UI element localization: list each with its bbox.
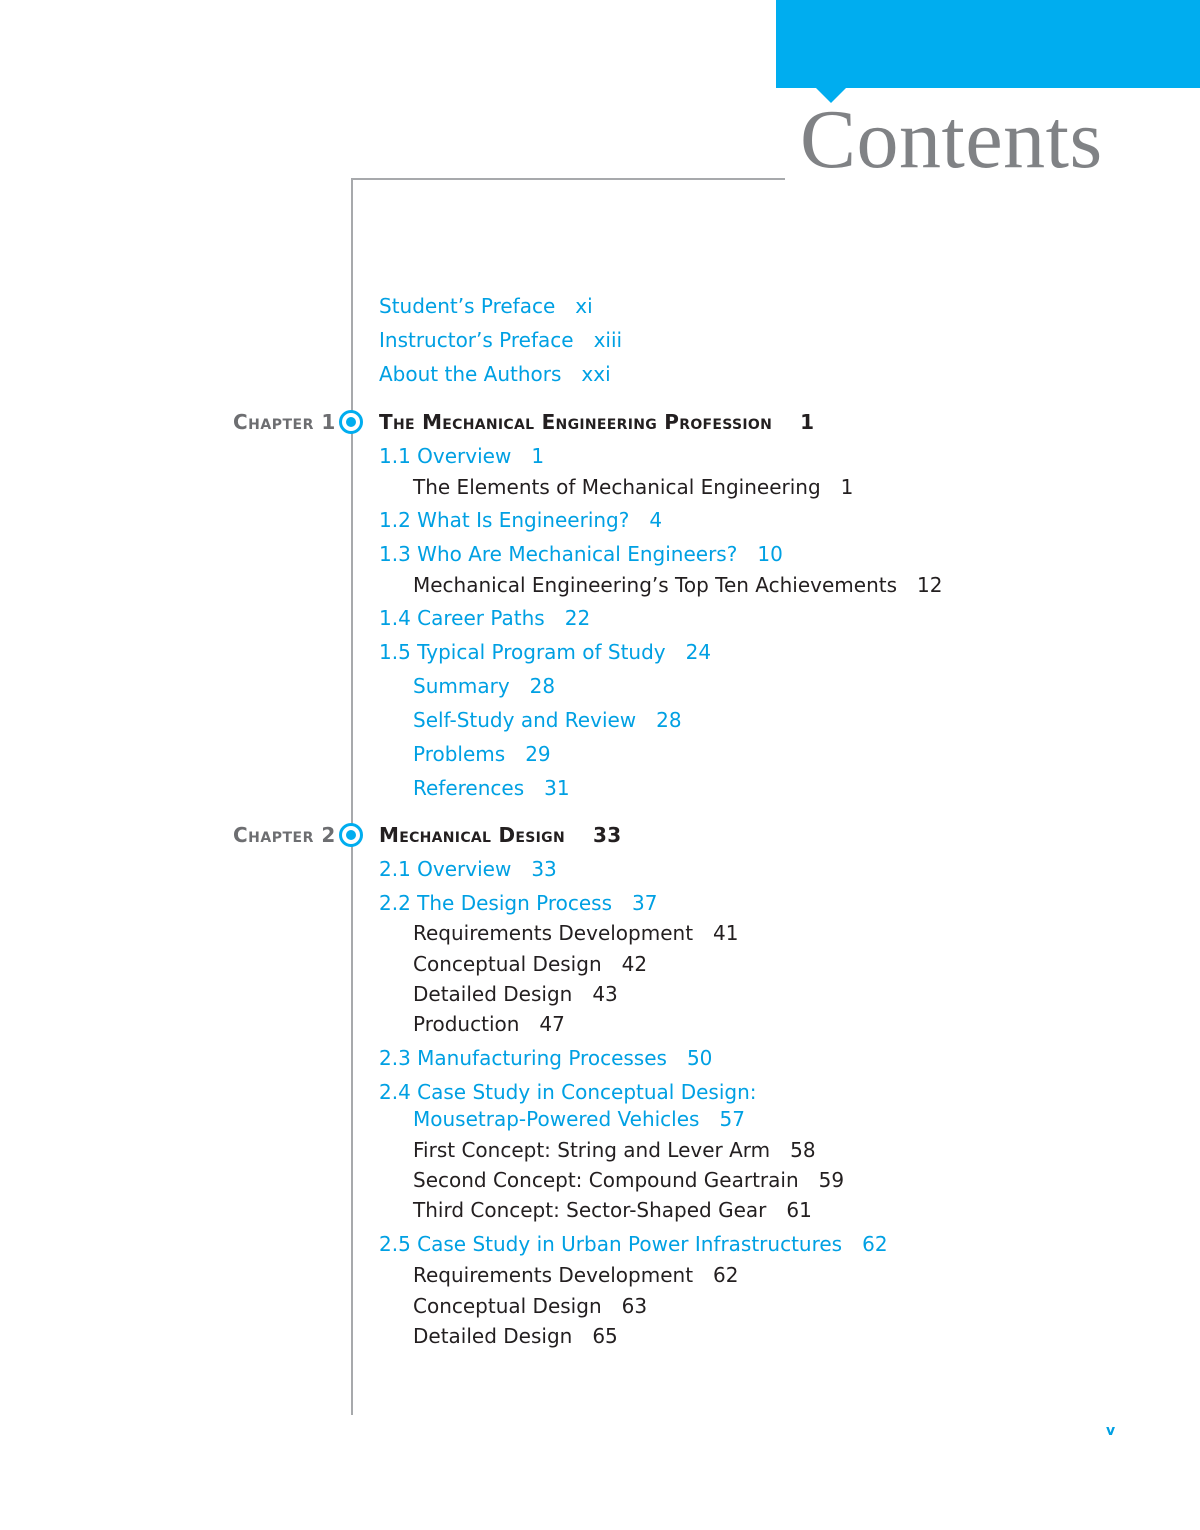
toc-subentry[interactable]: Conceptual Design 63 — [413, 1294, 647, 1318]
chapter-1-title[interactable]: The Mechanical Engineering Profession 1 — [379, 410, 814, 434]
toc-entry[interactable]: 1.4 Career Paths 22 — [379, 606, 590, 630]
toc-entry[interactable]: 2.5 Case Study in Urban Power Infrastruc… — [379, 1232, 888, 1256]
toc-subentry[interactable]: The Elements of Mechanical Engineering 1 — [413, 475, 853, 499]
page-number: v — [1106, 1423, 1116, 1439]
toc-entry-students-preface[interactable]: Student’s Preface xi — [379, 294, 593, 318]
toc-subentry[interactable]: Requirements Development 62 — [413, 1263, 739, 1287]
toc-entry-about-authors[interactable]: About the Authors xxi — [379, 362, 611, 386]
toc-entry[interactable]: 1.3 Who Are Mechanical Engineers? 10 — [379, 542, 783, 566]
toc-subentry[interactable]: Conceptual Design 42 — [413, 952, 647, 976]
horizontal-rule — [351, 178, 785, 180]
toc-entry[interactable]: Problems 29 — [413, 742, 551, 766]
toc-entry[interactable]: Summary 28 — [413, 674, 555, 698]
chapter-2-title[interactable]: Mechanical Design 33 — [379, 823, 621, 847]
chapter-2-label: Chapter 2 — [233, 823, 336, 847]
page-title: Contents — [800, 93, 1103, 186]
toc-entry[interactable]: Self-Study and Review 28 — [413, 708, 682, 732]
chapter-bullet-icon — [339, 823, 363, 847]
toc-subentry[interactable]: Third Concept: Sector-Shaped Gear 61 — [413, 1198, 812, 1222]
toc-subentry[interactable]: Second Concept: Compound Geartrain 59 — [413, 1168, 844, 1192]
toc-entry[interactable]: 2.2 The Design Process 37 — [379, 891, 657, 915]
toc-entry[interactable]: 2.3 Manufacturing Processes 50 — [379, 1046, 712, 1070]
vertical-rule — [351, 178, 353, 1415]
toc-entry[interactable]: 2.1 Overview 33 — [379, 857, 557, 881]
toc-entry[interactable]: 1.2 What Is Engineering? 4 — [379, 508, 662, 532]
toc-subentry[interactable]: Production 47 — [413, 1012, 565, 1036]
toc-entry[interactable]: 1.1 Overview 1 — [379, 444, 544, 468]
toc-subentry[interactable]: Detailed Design 43 — [413, 982, 618, 1006]
chapter-bullet-icon — [339, 410, 363, 434]
toc-entry[interactable]: References 31 — [413, 776, 570, 800]
toc-entry[interactable]: 2.4 Case Study in Conceptual Design: — [379, 1080, 757, 1104]
toc-entry-instructors-preface[interactable]: Instructor’s Preface xiii — [379, 328, 622, 352]
header-banner — [776, 0, 1200, 88]
chapter-1-label: Chapter 1 — [233, 410, 336, 434]
toc-entry-continuation[interactable]: Mousetrap-Powered Vehicles 57 — [413, 1107, 745, 1131]
toc-subentry[interactable]: Requirements Development 41 — [413, 921, 739, 945]
toc-entry[interactable]: 1.5 Typical Program of Study 24 — [379, 640, 711, 664]
toc-subentry[interactable]: First Concept: String and Lever Arm 58 — [413, 1138, 816, 1162]
toc-subentry[interactable]: Detailed Design 65 — [413, 1324, 618, 1348]
toc-subentry[interactable]: Mechanical Engineering’s Top Ten Achieve… — [413, 573, 942, 597]
